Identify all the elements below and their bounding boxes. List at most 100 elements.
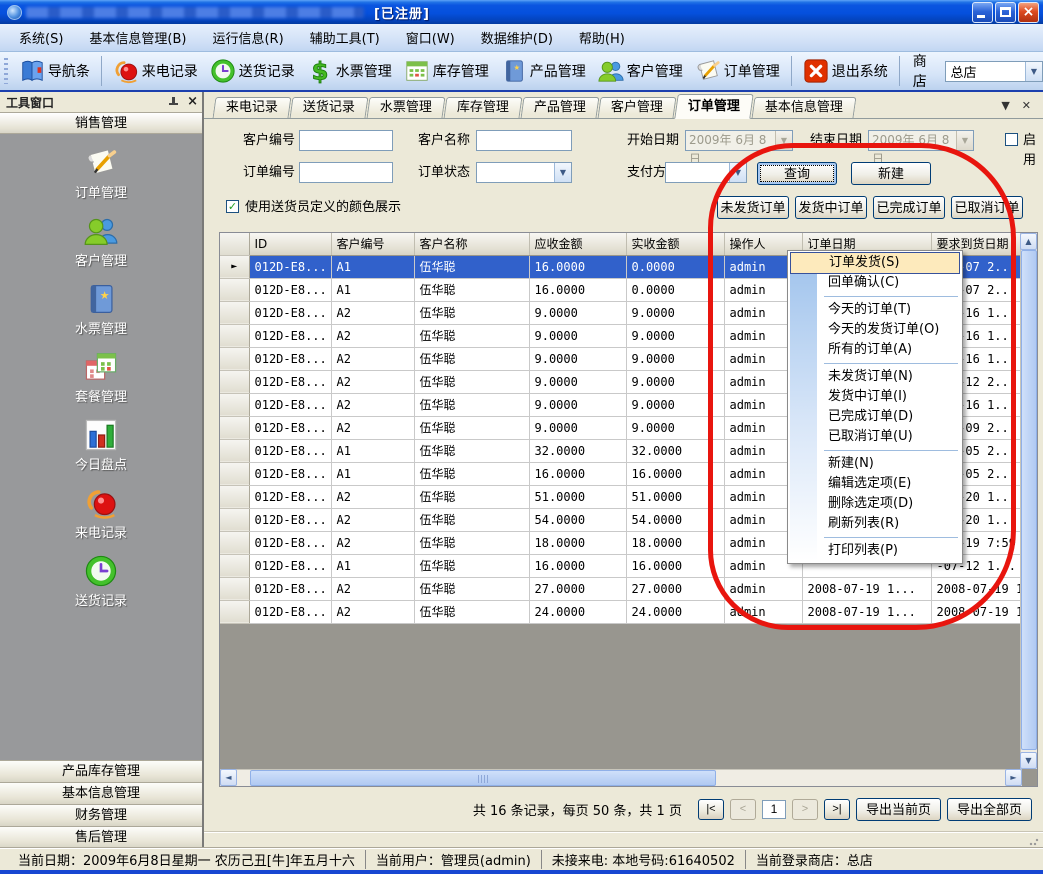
- scroll-right-icon[interactable]: ►: [1005, 769, 1022, 786]
- tab-customer[interactable]: 客户管理: [598, 97, 677, 118]
- vertical-scroll-thumb[interactable]: [1021, 250, 1037, 750]
- sidebar-section-after-sales[interactable]: 售后管理: [0, 826, 202, 848]
- toolbar-call-record-button[interactable]: 来电记录: [107, 56, 204, 86]
- maximize-button[interactable]: [995, 2, 1016, 23]
- row-selector[interactable]: [220, 370, 249, 393]
- chevron-down-icon[interactable]: ▼: [554, 163, 571, 182]
- sidebar-section-product-inventory[interactable]: 产品库存管理: [0, 760, 202, 782]
- tab-call-record[interactable]: 来电记录: [213, 97, 292, 118]
- row-selector[interactable]: [220, 531, 249, 554]
- row-selector[interactable]: [220, 508, 249, 531]
- row-selector[interactable]: [220, 554, 249, 577]
- toolbar-delivery-record-button[interactable]: 送货记录: [204, 56, 301, 86]
- filter-completed-button[interactable]: 已完成订单: [873, 196, 945, 219]
- menu-window[interactable]: 窗口(W): [393, 24, 468, 51]
- start-date-picker[interactable]: 2009年 6月 8日 ▼: [685, 130, 793, 151]
- sidebar-section-sales[interactable]: 销售管理: [0, 113, 202, 134]
- chevron-down-icon[interactable]: ▼: [729, 163, 746, 182]
- end-date-picker[interactable]: 2009年 6月 8日 ▼: [868, 130, 974, 151]
- toolbar-customer-button[interactable]: 客户管理: [592, 56, 689, 86]
- sidebar-item-customer-mgmt[interactable]: 客户管理: [75, 214, 127, 269]
- toolbar-water-ticket-button[interactable]: 水票管理: [301, 56, 398, 86]
- tab-inventory[interactable]: 库存管理: [444, 97, 523, 118]
- context-menu-item[interactable]: 今天的发货订单(O): [790, 320, 960, 340]
- pin-icon[interactable]: [168, 96, 179, 108]
- sidebar-item-delivery-record[interactable]: 送货记录: [75, 554, 127, 609]
- sidebar-item-package-mgmt[interactable]: 套餐管理: [75, 350, 127, 405]
- context-menu-item[interactable]: 删除选定项(D): [790, 494, 960, 514]
- column-header[interactable]: 客户名称: [414, 233, 529, 255]
- column-header[interactable]: 实收金额: [626, 233, 724, 255]
- tab-delivery-record[interactable]: 送货记录: [290, 97, 369, 118]
- tab-basic-info[interactable]: 基本信息管理: [752, 97, 857, 118]
- chevron-down-icon[interactable]: ▼: [1025, 62, 1042, 81]
- export-current-page-button[interactable]: 导出当前页: [856, 798, 941, 821]
- context-menu-item[interactable]: 回单确认(C): [790, 273, 960, 293]
- tab-list-dropdown-icon[interactable]: ▼: [1001, 99, 1009, 112]
- context-menu-item[interactable]: 已完成订单(D): [790, 407, 960, 427]
- color-display-checkbox[interactable]: ✓: [226, 200, 239, 213]
- customer-name-input[interactable]: [476, 130, 572, 151]
- context-menu-item[interactable]: 新建(N): [790, 454, 960, 474]
- column-header[interactable]: 应收金额: [529, 233, 626, 255]
- column-header[interactable]: ID: [249, 233, 331, 255]
- sidebar-item-order-mgmt[interactable]: 订单管理: [75, 146, 127, 201]
- menu-data-maintenance[interactable]: 数据维护(D): [468, 24, 566, 51]
- scroll-down-icon[interactable]: ▼: [1020, 752, 1037, 769]
- order-status-select[interactable]: ▼: [476, 162, 572, 183]
- row-selector[interactable]: [220, 439, 249, 462]
- sidebar-item-call-record[interactable]: 来电记录: [75, 486, 127, 541]
- context-menu-item[interactable]: 今天的订单(T): [790, 300, 960, 320]
- tab-close-icon[interactable]: ✕: [1022, 99, 1031, 112]
- menu-aux-tools[interactable]: 辅助工具(T): [297, 24, 393, 51]
- row-selector[interactable]: ►: [220, 255, 249, 278]
- vertical-scrollbar[interactable]: ▲ ▼: [1020, 233, 1037, 769]
- context-menu-item[interactable]: 所有的订单(A): [790, 340, 960, 360]
- context-menu-item[interactable]: 编辑选定项(E): [790, 474, 960, 494]
- sidebar-item-water-ticket-mgmt[interactable]: 水票管理: [75, 282, 127, 337]
- prev-page-button[interactable]: <: [730, 799, 756, 820]
- first-page-button[interactable]: |<: [698, 799, 724, 820]
- table-row[interactable]: 012D-E8...A2伍华聪24.000024.0000admin2008-0…: [220, 600, 1022, 623]
- tool-window-close-icon[interactable]: ×: [187, 96, 198, 108]
- export-all-pages-button[interactable]: 导出全部页: [947, 798, 1032, 821]
- row-selector-header[interactable]: [220, 233, 249, 255]
- enable-date-checkbox[interactable]: [1005, 133, 1018, 146]
- row-selector[interactable]: [220, 462, 249, 485]
- toolbar-inventory-button[interactable]: 库存管理: [398, 56, 495, 86]
- menu-run-info[interactable]: 运行信息(R): [199, 24, 296, 51]
- minimize-button[interactable]: [972, 2, 993, 23]
- toolbar-product-button[interactable]: 产品管理: [495, 56, 592, 86]
- resize-grip[interactable]: [1029, 836, 1039, 846]
- filter-shipping-button[interactable]: 发货中订单: [795, 196, 867, 219]
- pay-method-select[interactable]: ▼: [665, 162, 747, 183]
- scroll-up-icon[interactable]: ▲: [1020, 233, 1037, 250]
- menu-basic-info[interactable]: 基本信息管理(B): [76, 24, 199, 51]
- row-selector[interactable]: [220, 485, 249, 508]
- sidebar-item-daily-check[interactable]: 今日盘点: [75, 418, 127, 473]
- toolbar-navigator-button[interactable]: 导航条: [13, 56, 96, 86]
- filter-cancelled-button[interactable]: 已取消订单: [951, 196, 1023, 219]
- row-selector[interactable]: [220, 600, 249, 623]
- tab-product[interactable]: 产品管理: [521, 97, 600, 118]
- context-menu-item[interactable]: 刷新列表(R): [790, 514, 960, 534]
- order-no-input[interactable]: [299, 162, 393, 183]
- toolbar-order-button[interactable]: 订单管理: [689, 56, 786, 86]
- customer-no-input[interactable]: [299, 130, 393, 151]
- toolbar-exit-button[interactable]: 退出系统: [797, 56, 894, 86]
- context-menu-item[interactable]: 未发货订单(N): [790, 367, 960, 387]
- shop-select[interactable]: 总店 ▼: [945, 61, 1043, 82]
- menu-help[interactable]: 帮助(H): [566, 24, 638, 51]
- new-button[interactable]: 新建: [851, 162, 931, 185]
- sidebar-section-basic-info[interactable]: 基本信息管理: [0, 782, 202, 804]
- page-number-input[interactable]: [762, 800, 786, 819]
- sidebar-section-finance[interactable]: 财务管理: [0, 804, 202, 826]
- column-header[interactable]: 客户编号: [331, 233, 414, 255]
- menu-system[interactable]: 系统(S): [6, 24, 76, 51]
- row-selector[interactable]: [220, 278, 249, 301]
- context-menu-item[interactable]: 已取消订单(U): [790, 427, 960, 447]
- row-selector[interactable]: [220, 324, 249, 347]
- close-button[interactable]: ×: [1018, 2, 1039, 23]
- filter-unshipped-button[interactable]: 未发货订单: [717, 196, 789, 219]
- row-selector[interactable]: [220, 393, 249, 416]
